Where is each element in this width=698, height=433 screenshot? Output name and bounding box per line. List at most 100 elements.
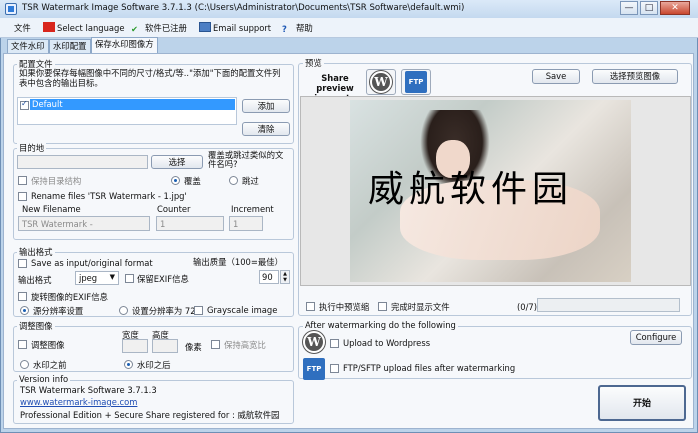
menu-registered[interactable]: ✔ 软件已注册	[131, 21, 187, 35]
set-dpi-radio[interactable]	[119, 306, 128, 315]
height-input[interactable]	[152, 339, 178, 353]
watermark-text: 威航软件园	[368, 169, 574, 210]
rotate-exif-label: 旋转图像的EXIF信息	[31, 292, 108, 302]
resize-before-radio[interactable]	[20, 360, 29, 369]
menu-help-label: 帮助	[296, 23, 313, 33]
config-item-default[interactable]: Default	[30, 99, 235, 110]
keep-structure-checkbox[interactable]	[18, 176, 27, 185]
save-preview-button[interactable]: Save	[532, 69, 580, 84]
config-description: 如果你要保存每幅图像中不同的尺寸/格式/等.."添加"下面的配置文件列表中包含的…	[19, 68, 281, 88]
keep-exif-label: 保留EXIF信息	[137, 274, 189, 284]
overwrite-label: 覆盖	[184, 176, 201, 186]
resize-after-label: 水印之后	[137, 360, 171, 370]
quality-label: 输出质量（100=最佳）	[193, 257, 284, 267]
app-icon	[5, 3, 17, 15]
window-title: TSR Watermark Image Software 3.7.1.3 (C:…	[22, 3, 465, 13]
envelope-icon	[199, 22, 211, 32]
checkmark-icon: ✔	[131, 24, 139, 34]
resize-label: 调整图像	[31, 340, 65, 350]
keep-ratio-checkbox[interactable]	[211, 340, 220, 349]
help-icon: ?	[282, 24, 287, 34]
keep-structure-label: 保持目录结构	[31, 176, 82, 186]
remove-button[interactable]: 清除	[242, 122, 290, 136]
preview-while-running-checkbox[interactable]	[306, 302, 315, 311]
quality-spinner[interactable]: ▲ ▼	[280, 270, 290, 284]
new-filename-label: New Filename	[22, 204, 81, 214]
quality-input[interactable]: 90	[259, 270, 279, 284]
menu-help[interactable]: ? 帮助	[282, 21, 313, 35]
rename-label: Rename files 'TSR Watermark - 1.jpg'	[31, 191, 187, 201]
destination-path-input[interactable]	[17, 155, 148, 169]
keep-exif-checkbox[interactable]	[125, 274, 134, 283]
grayscale-checkbox[interactable]	[194, 306, 203, 315]
source-dpi-radio[interactable]	[20, 306, 29, 315]
license-line: Professional Edition + Secure Share regi…	[20, 410, 280, 420]
tab-watermark-config[interactable]: 水印配置	[49, 39, 91, 53]
maximize-button[interactable]: □	[640, 1, 658, 15]
increment-label: Increment	[231, 204, 274, 214]
show-files-label: 完成时显示文件	[391, 302, 450, 312]
minimize-button[interactable]: —	[620, 1, 638, 15]
skip-radio[interactable]	[229, 176, 238, 185]
wordpress-upload-icon: W	[303, 331, 325, 353]
upload-ftp-checkbox[interactable]	[330, 364, 339, 373]
ftp-icon: FTP	[405, 71, 427, 93]
wordpress-icon: W	[370, 71, 392, 93]
menu-language-label: Select language	[57, 23, 125, 33]
counter-label: Counter	[157, 204, 191, 214]
save-as-input-label: Save as input/original format	[31, 258, 153, 268]
keep-ratio-label: 保持高宽比	[224, 340, 266, 350]
skip-label: 跳过	[242, 176, 259, 186]
after-title: After watermarking do the following	[303, 320, 458, 330]
tab-file-watermark[interactable]: 文件水印	[7, 39, 49, 53]
resize-before-label: 水印之前	[33, 360, 67, 370]
rename-checkbox[interactable]	[18, 192, 27, 201]
website-link[interactable]: www.watermark-image.com	[20, 397, 137, 407]
progress-bar	[537, 298, 680, 312]
set-dpi-label: 设置分辨率为 72	[132, 306, 196, 316]
menu-email[interactable]: Email support	[199, 21, 271, 35]
menu-language[interactable]: Select language	[43, 21, 125, 35]
destination-title: 目的地	[17, 142, 47, 154]
increment-input[interactable]: 1	[229, 216, 263, 231]
tab-save-watermark[interactable]: 保存水印图像方	[91, 37, 158, 54]
preview-title: 预览	[303, 57, 324, 69]
overwrite-radio[interactable]	[171, 176, 180, 185]
preview-while-running-label: 执行中预览缩	[319, 302, 370, 312]
close-button[interactable]: ✕	[660, 1, 690, 15]
chevron-down-icon: ▼	[109, 273, 115, 281]
version-title: Version info	[17, 374, 71, 384]
menu-file[interactable]: 文件	[14, 21, 31, 35]
add-button[interactable]: 添加	[242, 99, 290, 113]
choose-destination-button[interactable]: 选择	[151, 155, 203, 169]
ftp-upload-icon: FTP	[303, 358, 325, 380]
share-ftp-button[interactable]: FTP	[401, 69, 431, 95]
menu-email-label: Email support	[213, 23, 272, 33]
progress-text: (0/7)	[517, 302, 538, 312]
overwrite-question: 覆盖或跳过类似的文件名吗?	[208, 150, 284, 169]
width-input[interactable]	[122, 339, 148, 353]
pixels-label: 像素	[185, 342, 202, 352]
upload-wordpress-label: Upload to Wordpress	[343, 338, 431, 348]
china-flag-icon	[43, 22, 55, 32]
config-item-checkbox[interactable]	[20, 99, 29, 110]
format-label: 输出格式	[18, 275, 52, 285]
resize-title: 调整图像	[17, 320, 55, 332]
rotate-exif-checkbox[interactable]	[18, 292, 27, 301]
grayscale-label: Grayscale image	[207, 305, 278, 315]
format-select[interactable]: jpeg ▼	[75, 271, 119, 285]
counter-input[interactable]: 1	[156, 216, 224, 231]
upload-ftp-label: FTP/SFTP upload files after watermarking	[343, 363, 516, 373]
menu-registered-label: 软件已注册	[145, 23, 187, 33]
resize-checkbox[interactable]	[18, 340, 27, 349]
save-as-input-checkbox[interactable]	[18, 259, 27, 268]
resize-after-radio[interactable]	[124, 360, 133, 369]
output-title: 输出格式	[17, 246, 55, 258]
upload-wordpress-checkbox[interactable]	[330, 339, 339, 348]
share-wordpress-button[interactable]: W	[366, 69, 396, 95]
start-button[interactable]: 开始	[598, 385, 686, 421]
choose-preview-button[interactable]: 选择预览图像	[592, 69, 678, 84]
new-filename-input[interactable]: TSR Watermark -	[18, 216, 150, 231]
show-files-checkbox[interactable]	[378, 302, 387, 311]
configure-button[interactable]: Configure	[630, 330, 682, 345]
